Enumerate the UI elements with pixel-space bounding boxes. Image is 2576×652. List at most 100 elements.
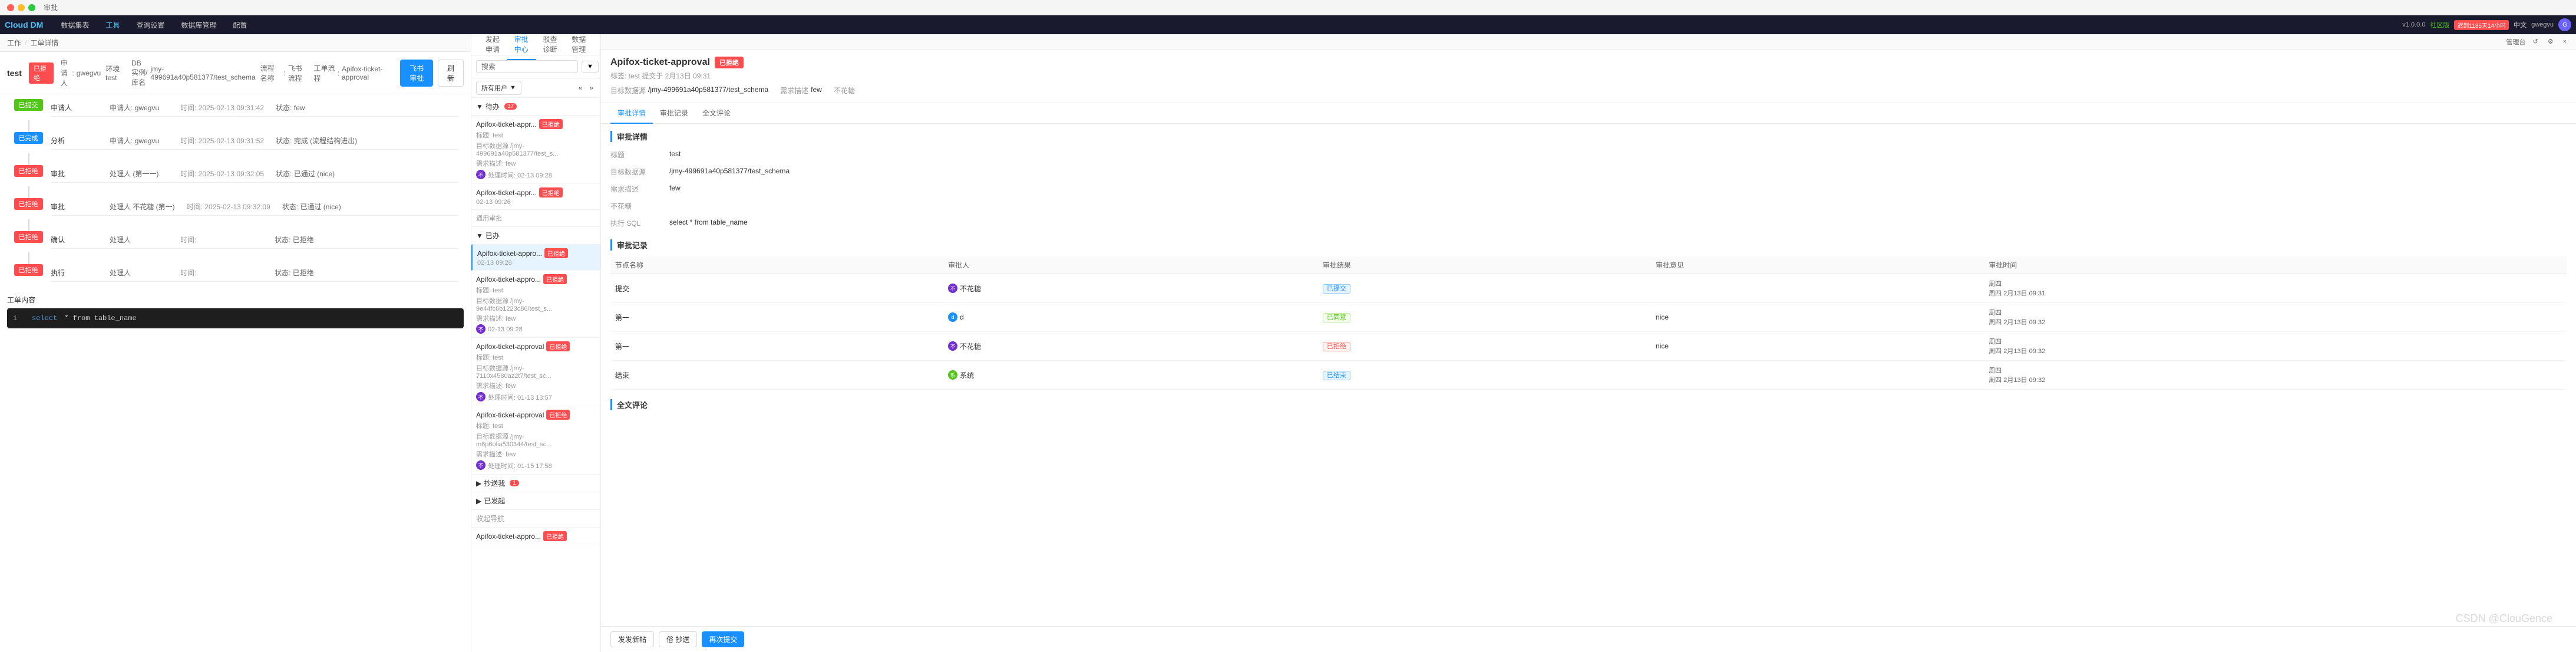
log-row-1: 第一 d d 已同意 nice — [610, 303, 2567, 332]
filter-dropdown[interactable]: 所有用户 ▼ — [476, 81, 521, 95]
nav-dbmgmt[interactable]: 数据库管理 — [177, 20, 220, 30]
node-badge-approve2: 已拒绝 — [14, 198, 43, 210]
ac-section-todo-header[interactable]: ▼ 待办 37 — [471, 98, 600, 116]
ac-section-universal[interactable]: 通用审批 — [471, 210, 600, 227]
tl-time-approve2: 时间: 2025-02-13 09:32:09 — [187, 202, 270, 212]
toolbar-settings-icon[interactable]: ⚙ — [2545, 37, 2556, 47]
rd-tab-detail[interactable]: 审批详情 — [610, 103, 653, 124]
work-content-title: 工单内容 — [7, 295, 464, 305]
log-avatar-1: d — [948, 312, 957, 322]
universal-label: 通用审批 — [476, 213, 502, 223]
ac-section-doing-header[interactable]: ▼ 已办 — [471, 227, 600, 245]
ac-doing-card-2-time: 02-13 09:28 — [488, 326, 523, 333]
user-avatar[interactable]: G — [2558, 18, 2571, 31]
collect-nav[interactable]: 收起导航 — [471, 510, 600, 528]
ac-doing-card-1[interactable]: Apifox-ticket-appro... 已拒绝 02-13 09:28 — [471, 245, 600, 271]
ac-todo-card-2[interactable]: Apifox-ticket-appr... 已拒绝 02-13 09:26 — [471, 184, 600, 210]
timeline-node-analyze: 已完成 — [12, 132, 45, 144]
toolbar-close-icon[interactable]: × — [2561, 37, 2569, 47]
ac-todo-card-1-time: 处理时间: 02-13 09:28 — [488, 170, 552, 180]
work-status-badge: 已拒绝 — [29, 62, 54, 84]
log-section-title: 审批记录 — [610, 239, 2567, 251]
post-comment-button[interactable]: 发发新帖 — [610, 631, 654, 647]
log-row-3: 结束 系 系统 已结束 — [610, 361, 2567, 390]
node-badge-execute: 已拒绝 — [14, 264, 43, 276]
feishu-approval-button[interactable]: 飞书审批 — [400, 60, 433, 87]
window-close-dot[interactable] — [7, 4, 14, 11]
ac-section-copy-header[interactable]: ▶ 抄送我 1 — [471, 475, 600, 492]
right-toolbar: 管理台 ↺ ⚙ × — [601, 34, 2576, 50]
ac-section-todo-count: 37 — [504, 103, 517, 110]
tl-status-submit: 状态: few — [276, 103, 335, 113]
timeline-node-approve2: 已拒绝 — [12, 198, 45, 210]
detail-grid: 标题 test 目标数据源 /jmy-499691a40p581377/test… — [610, 148, 2567, 230]
ac-search-input[interactable] — [476, 60, 578, 73]
breadcrumb-work[interactable]: 工作 — [7, 38, 21, 48]
breadcrumb: 工作 / 工单详情 — [0, 34, 471, 52]
ac-doing-card-2-meta1: 标题: test — [476, 285, 596, 295]
nav-query[interactable]: 查询设置 — [133, 20, 168, 30]
ac-todo-card-1-badge: 已拒绝 — [539, 119, 563, 129]
rd-meta-datasource-val: /jmy-499691a40p581377/test_schema — [648, 85, 768, 96]
ac-todo-card-2-time: 02-13 09:26 — [476, 199, 596, 206]
window-maximize-dot[interactable] — [28, 4, 35, 11]
log-node-1: 第一 — [610, 303, 943, 332]
timeline-item-approve1: 已拒绝 审批 处理人 (第一一) 时间: 2025-02-13 09:32:05… — [12, 165, 459, 184]
nav-config[interactable]: 配置 — [229, 20, 250, 30]
dg-val-4: select * from table_name — [669, 216, 2567, 230]
ac-section-sent-header[interactable]: ▶ 已发起 — [471, 492, 600, 510]
flow-label: 流程名称: 飞书流程 — [260, 63, 309, 83]
resubmit-button[interactable]: 再次提交 — [702, 631, 744, 647]
ac-doing-card-4[interactable]: Apifox-ticket-approval 已拒绝 标题: test 目标数据… — [471, 406, 600, 475]
db-label: DB实例/库名 jmy-499691a40p581377/test_schema — [131, 59, 255, 87]
rd-tab-comment[interactable]: 全文评论 — [695, 103, 738, 124]
submitter-label: 申请人: gwegvu — [61, 58, 101, 88]
top-nav-right: v1.0.0.0 社区版 迟到1185天14小时 中文 gwegvu G — [2402, 18, 2571, 31]
node-badge-confirm: 已拒绝 — [14, 231, 43, 243]
collect-label: 收起导航 — [476, 513, 504, 523]
window-minimize-dot[interactable] — [18, 4, 25, 11]
work-header: test 已拒绝 申请人: gwegvu 环境 test DB实例/库名 jmy… — [0, 52, 471, 94]
timeline-item-confirm: 已拒绝 确认 处理人 时间: 状态: 已拒绝 — [12, 231, 459, 250]
pagination-next[interactable]: » — [587, 83, 596, 93]
ac-section-doing: ▼ 已办 Apifox-ticket-appro... 已拒绝 02-13 09… — [471, 227, 600, 475]
ac-doing-card-3[interactable]: Apifox-ticket-approval 已拒绝 标题: test 目标数据… — [471, 338, 600, 406]
toolbar-refresh-icon[interactable]: ↺ — [2530, 37, 2540, 47]
timeline-node-submit: 已提交 — [12, 99, 45, 111]
log-result-2: 已拒绝 — [1318, 332, 1651, 361]
tl-person-approve2: 处理人 不花糖 (第一) — [110, 202, 175, 212]
refresh-button[interactable]: 刷新 — [438, 60, 464, 87]
timeline-node-confirm: 已拒绝 — [12, 231, 45, 243]
log-opinion-0 — [1651, 274, 1984, 303]
nav-tools[interactable]: 工具 — [102, 20, 123, 30]
ac-header: ▼ — [471, 55, 600, 78]
username: gwegvu — [2531, 21, 2554, 28]
ac-section-copy-count: 1 — [510, 480, 519, 486]
main-layout: 工作 / 工单详情 test 已拒绝 申请人: gwegvu 环境 test D… — [0, 34, 2576, 652]
ac-doing-card-2-badge: 已拒绝 — [543, 274, 567, 284]
nav-datasource[interactable]: 数据集表 — [57, 20, 93, 30]
ac-todo-card-2-badge: 已拒绝 — [539, 187, 563, 197]
ac-todo-card-1-title: Apifox-ticket-appr... 已拒绝 — [476, 119, 596, 129]
ac-filter-button[interactable]: ▼ — [582, 61, 599, 73]
dg-label-3: 不花糖 — [610, 199, 669, 213]
lang-select[interactable]: 中文 — [2514, 20, 2527, 29]
ac-last-card[interactable]: Apifox-ticket-appro... 已拒绝 — [471, 528, 600, 545]
tl-person-approve1: 处理人 (第一一) — [110, 169, 169, 179]
ac-last-card-title: Apifox-ticket-appro... 已拒绝 — [476, 531, 596, 541]
connector-1 — [28, 120, 29, 132]
ac-doing-card-2[interactable]: Apifox-ticket-appro... 已拒绝 标题: test 目标数据… — [471, 271, 600, 338]
log-approver-0: 不 不花糖 — [943, 274, 1318, 303]
pagination-prev[interactable]: « — [576, 83, 585, 93]
ac-todo-card-1[interactable]: Apifox-ticket-appr... 已拒绝 标题: test 目标数据源… — [471, 116, 600, 184]
ac-section-sent: ▶ 已发起 — [471, 492, 600, 510]
management-label[interactable]: 管理台 — [2506, 37, 2525, 47]
rd-tab-log[interactable]: 审批记录 — [653, 103, 695, 124]
ac-doing-card-3-meta1: 标题: test — [476, 353, 596, 362]
copy-comment-button[interactable]: 俗 抄送 — [659, 631, 697, 647]
version-badge: v1.0.0.0 — [2402, 21, 2425, 28]
dg-val-2: few — [669, 182, 2567, 196]
th-node: 节点名称 — [610, 256, 943, 274]
breadcrumb-detail[interactable]: 工单详情 — [30, 38, 58, 48]
work-content-section: 工单内容 1 select * from table_name — [0, 290, 471, 333]
